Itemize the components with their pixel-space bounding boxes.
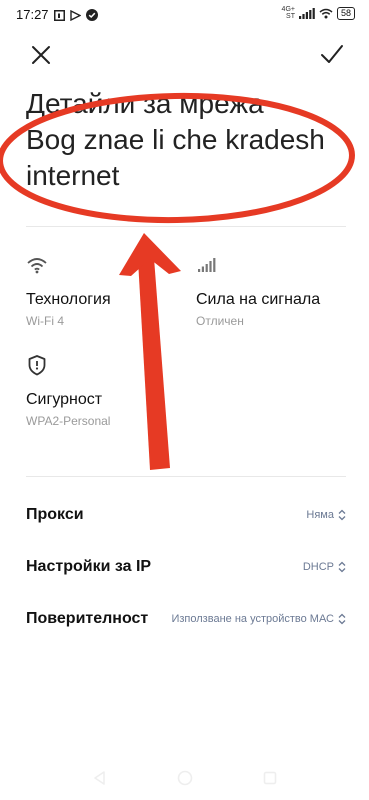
proxy-value: Няма	[306, 509, 334, 521]
ip-settings-row[interactable]: Настройки за IP DHCP	[26, 547, 346, 587]
updown-chevron-icon	[338, 561, 346, 573]
confirm-button[interactable]	[317, 40, 347, 70]
proxy-selector[interactable]: Няма	[306, 509, 346, 521]
divider	[26, 476, 346, 477]
recents-icon[interactable]	[262, 770, 278, 786]
proxy-label: Прокси	[26, 506, 84, 523]
ip-settings-selector[interactable]: DHCP	[303, 561, 346, 573]
home-icon[interactable]	[177, 770, 193, 786]
network-type-indicator: 4G+ ST	[281, 6, 295, 20]
network-name: Bog znae li che kradesh internet	[26, 124, 325, 191]
status-time: 17:27	[16, 7, 49, 22]
check-badge-icon	[86, 9, 98, 21]
status-system-icons: 4G+ ST 58	[282, 6, 355, 20]
status-notification-icons	[54, 9, 98, 21]
cell-signal-icon	[298, 7, 315, 19]
close-button[interactable]	[26, 40, 56, 70]
signal-strength-label: Сила на сигнала	[196, 291, 321, 308]
ip-settings-label: Настройки за IP	[26, 558, 152, 575]
annotation-arrowhead	[119, 233, 181, 276]
info-signal-strength: Сила на сигнала Отличен	[196, 254, 320, 328]
privacy-selector[interactable]: Използване на устройство МАС	[171, 613, 346, 625]
navigation-bar	[0, 760, 369, 800]
technology-label: Технология	[26, 291, 111, 308]
wifi-status-icon	[319, 8, 333, 18]
shield-icon	[28, 355, 46, 376]
check-icon	[321, 45, 343, 63]
ip-settings-value: DHCP	[302, 561, 334, 573]
status-bar: 17:27 4G+ ST 58	[0, 0, 369, 30]
info-technology: Технология Wi-Fi 4	[26, 254, 111, 328]
info-security: Сигурност WPA2-Personal	[26, 354, 110, 428]
back-icon[interactable]	[92, 770, 108, 786]
privacy-value: Използване на устройство МАС	[171, 613, 334, 625]
play-store-icon	[70, 9, 81, 21]
close-icon	[32, 46, 50, 64]
page-title: Детайли за мрежа Bog znae li che kradesh…	[26, 86, 356, 194]
updown-chevron-icon	[338, 613, 346, 625]
battery-indicator: 58	[336, 6, 355, 20]
signal-strength-icon	[198, 258, 216, 272]
divider	[26, 226, 346, 227]
wifi-icon	[27, 258, 47, 274]
top-app-bar	[0, 38, 369, 74]
privacy-label: Поверителност	[26, 610, 149, 627]
signal-strength-value: Отличен	[196, 314, 244, 328]
security-value: WPA2-Personal	[26, 414, 111, 428]
annotation-arrow-shaft	[138, 258, 170, 470]
updown-chevron-icon	[338, 509, 346, 521]
proxy-row[interactable]: Прокси Няма	[26, 495, 346, 535]
privacy-row[interactable]: Поверителност Използване на устройство М…	[26, 599, 346, 639]
calendar-icon	[54, 9, 65, 21]
security-label: Сигурност	[26, 391, 103, 408]
technology-value: Wi-Fi 4	[26, 314, 64, 328]
page-title-heading: Детайли за мрежа	[26, 88, 264, 119]
